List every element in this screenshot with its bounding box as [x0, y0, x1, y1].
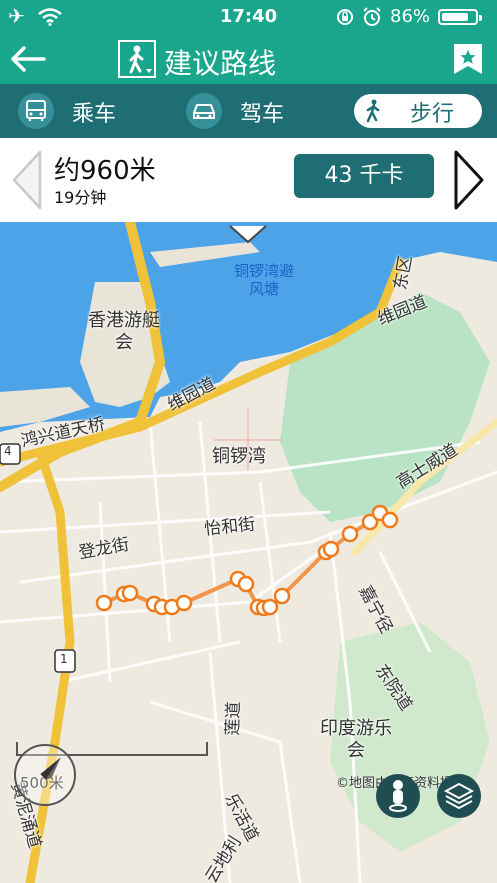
route-waypoint: [237, 575, 255, 593]
tab-walking-label: 步行: [410, 102, 455, 127]
car-icon: [186, 93, 222, 129]
tab-transit-label: 乘车: [72, 102, 117, 127]
map-layers-button[interactable]: [437, 774, 481, 818]
map-label-causeway-bay: 铜锣湾: [212, 446, 266, 467]
page-title: 建议路线: [164, 47, 277, 80]
tab-transit[interactable]: 乘车: [18, 91, 138, 131]
map-label-lin-fa-road: 莲道: [222, 701, 245, 736]
route-waypoint: [121, 584, 139, 602]
highway-4-label: 4: [4, 444, 12, 458]
tab-walking[interactable]: 步行: [354, 94, 482, 128]
street-view-button[interactable]: [376, 774, 420, 818]
route-duration: 19分钟: [54, 188, 107, 207]
transport-mode-tabs: 乘车 驾车 步行: [0, 84, 497, 138]
map-label-typhoon-shelter: 铜锣湾避 风塘: [234, 262, 295, 298]
route-waypoint: [175, 594, 193, 612]
route-waypoint: [322, 540, 340, 558]
tab-driving[interactable]: 驾车: [186, 91, 306, 131]
walking-mode-icon: [118, 40, 156, 78]
rotation-lock-icon: [337, 9, 353, 25]
map-view[interactable]: 铜锣湾避 风塘 香港游艇 会 维园道 维园道 鸿兴道天桥 铜锣湾 怡和街 登龙街…: [0, 222, 497, 883]
map-label-yee-wo-street: 怡和街: [203, 514, 257, 540]
route-waypoint: [95, 594, 113, 612]
back-arrow-icon[interactable]: [8, 42, 48, 76]
bookmark-star-icon[interactable]: [454, 44, 482, 74]
compass-icon[interactable]: [14, 744, 76, 806]
route-summary: 约960米 19分钟 43 千卡: [0, 138, 497, 222]
calories-badge: 43 千卡: [294, 154, 434, 198]
map-label-yacht-club: 香港游艇 会: [88, 310, 160, 353]
map-label-indian-recreation-club: 印度游乐 会: [320, 718, 392, 761]
layers-icon: [443, 782, 475, 810]
previous-route-chevron-icon[interactable]: [10, 150, 46, 210]
title-bar: 建议路线: [0, 34, 497, 84]
battery-icon: [438, 9, 482, 25]
route-waypoint: [261, 598, 279, 616]
battery-percentage: 86%: [390, 6, 431, 27]
highway-1-label: 1: [60, 652, 68, 666]
pegman-icon: [389, 780, 407, 812]
route-waypoint: [273, 587, 291, 605]
route-distance: 约960米: [54, 156, 156, 186]
status-bar: ✈ 17:40 86%: [0, 0, 497, 34]
walking-icon: [366, 99, 380, 123]
tab-driving-label: 驾车: [240, 102, 285, 127]
route-waypoint: [341, 525, 359, 543]
route-waypoint: [381, 511, 399, 529]
bus-icon: [18, 93, 54, 129]
alarm-icon: [363, 7, 381, 26]
next-route-chevron-icon[interactable]: [450, 150, 486, 210]
